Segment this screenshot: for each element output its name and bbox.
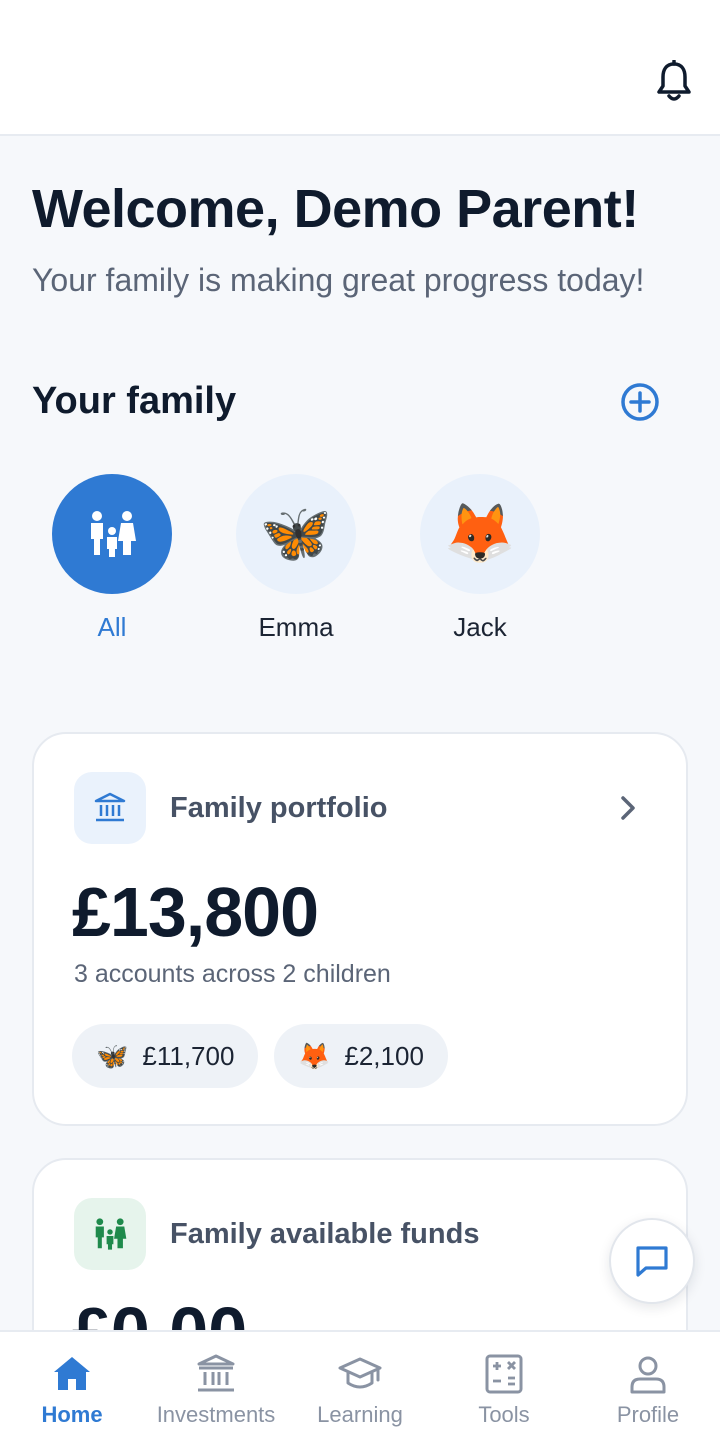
nav-label: Tools: [478, 1402, 530, 1427]
funds-title: Family available funds: [170, 1218, 480, 1250]
family-member-name: All: [97, 612, 127, 642]
family-section-title: Your family: [32, 380, 237, 422]
portfolio-total-amount: £13,800: [72, 873, 319, 951]
family-member-all[interactable]: All: [52, 474, 172, 643]
portfolio-title: Family portfolio: [170, 792, 388, 824]
butterfly-icon: 🦋: [96, 1040, 129, 1071]
chat-button[interactable]: [609, 1218, 695, 1304]
chat-icon: [636, 1246, 668, 1277]
portfolio-chip-emma[interactable]: 🦋 £11,700: [72, 1024, 259, 1088]
portfolio-chip-jack[interactable]: 🦊 £2,100: [274, 1024, 448, 1088]
nav-item-investments[interactable]: Investments: [144, 1332, 288, 1442]
bottom-nav: Home Investments Learning Tools Profile: [0, 1330, 720, 1442]
nav-label: Learning: [317, 1402, 403, 1427]
calculator-icon: [485, 1354, 523, 1394]
family-icon: [91, 511, 136, 557]
bank-icon: [94, 792, 126, 822]
bank-icon: [197, 1354, 235, 1392]
family-avatar-all: [52, 474, 172, 594]
nav-item-profile[interactable]: Profile: [576, 1332, 720, 1442]
welcome-title: Welcome, Demo Parent!: [32, 179, 639, 239]
nav-label: Investments: [156, 1402, 276, 1427]
nav-item-learning[interactable]: Learning: [288, 1332, 432, 1442]
family-member-name: Emma: [258, 612, 334, 642]
fox-icon: 🦊: [443, 501, 517, 566]
family-portfolio-card[interactable]: Family portfolio £13,800 3 accounts acro…: [32, 732, 688, 1126]
family-member-name: Jack: [453, 612, 507, 642]
nav-label: Profile: [616, 1402, 680, 1427]
bell-icon[interactable]: [656, 60, 692, 104]
family-avatar-jack: 🦊: [420, 474, 540, 594]
chevron-right-icon[interactable]: [616, 792, 640, 824]
butterfly-icon: 🦋: [259, 501, 333, 566]
family-member-emma[interactable]: 🦋 Emma: [236, 474, 356, 643]
portfolio-icon-badge: [74, 772, 146, 844]
funds-icon-badge: [74, 1198, 146, 1270]
chip-amount: £2,100: [344, 1040, 424, 1071]
family-icon: [95, 1218, 127, 1250]
user-icon: [630, 1356, 666, 1394]
plus-circle-icon[interactable]: [620, 382, 660, 422]
chip-amount: £11,700: [142, 1040, 235, 1071]
nav-item-home[interactable]: Home: [0, 1332, 144, 1442]
graduation-cap-icon: [338, 1357, 382, 1389]
family-avatar-emma: 🦋: [236, 474, 356, 594]
welcome-subtitle: Your family is making great progress tod…: [32, 262, 645, 298]
nav-label: Home: [41, 1402, 103, 1427]
nav-item-tools[interactable]: Tools: [432, 1332, 576, 1442]
home-icon: [54, 1357, 90, 1390]
family-member-jack[interactable]: 🦊 Jack: [420, 474, 540, 643]
top-bar: [0, 0, 720, 136]
portfolio-accounts-summary: 3 accounts across 2 children: [74, 960, 391, 988]
fox-icon: 🦊: [298, 1040, 331, 1071]
